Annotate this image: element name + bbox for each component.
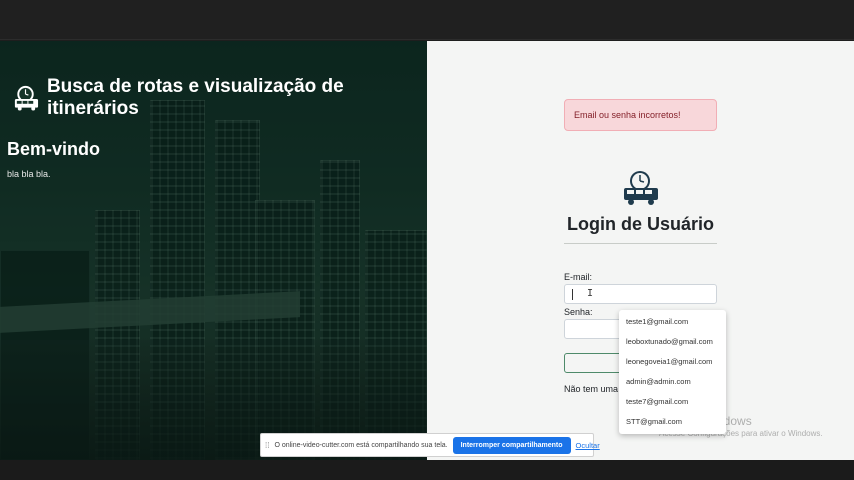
no-account-text: Não tem uma [564, 384, 619, 394]
drag-handle-icon[interactable]: ⁞⁞ [265, 441, 269, 450]
autocomplete-option[interactable]: teste7@gmail.com [619, 392, 726, 412]
brand: Busca de rotas e visualização de itinerá… [12, 76, 427, 120]
brand-title: Busca de rotas e visualização de itinerá… [46, 76, 344, 119]
share-message: O online-video-cutter.com está compartil… [274, 441, 448, 449]
email-field[interactable]: I [564, 284, 717, 304]
text-caret [572, 289, 573, 300]
email-autocomplete-list: teste1@gmail.com leoboxtunado@gmail.com … [619, 310, 726, 434]
login-title: Login de Usuário [566, 214, 714, 234]
password-label: Senha: [564, 307, 593, 317]
clock-bus-icon [624, 171, 658, 205]
divider [564, 243, 717, 244]
stop-sharing-button[interactable]: Interromper compartilhamento [452, 436, 571, 454]
autocomplete-option[interactable]: admin@admin.com [619, 372, 726, 392]
text-cursor-icon: I [587, 288, 594, 299]
autocomplete-option[interactable]: leonegoveia1@gmail.com [619, 352, 726, 372]
error-alert: Email ou senha incorretos! [564, 99, 717, 131]
email-label: E-mail: [564, 272, 593, 282]
taskbar-strip [0, 460, 854, 480]
screen-share-bar: ⁞⁞ O online-video-cutter.com está compar… [260, 433, 600, 457]
hero-panel: Busca de rotas e visualização de itinerá… [0, 41, 427, 460]
clock-bus-icon [14, 85, 39, 111]
welcome-heading: Bem-vindo [7, 139, 101, 159]
browser-top-bar [0, 0, 854, 40]
autocomplete-option[interactable]: leoboxtunado@gmail.com [619, 332, 726, 352]
autocomplete-option[interactable]: STT@gmail.com [619, 412, 726, 432]
autocomplete-option[interactable]: teste1@gmail.com [619, 312, 726, 332]
welcome-text: bla bla bla. [7, 169, 51, 179]
hide-link[interactable]: Ocultar [576, 441, 600, 450]
